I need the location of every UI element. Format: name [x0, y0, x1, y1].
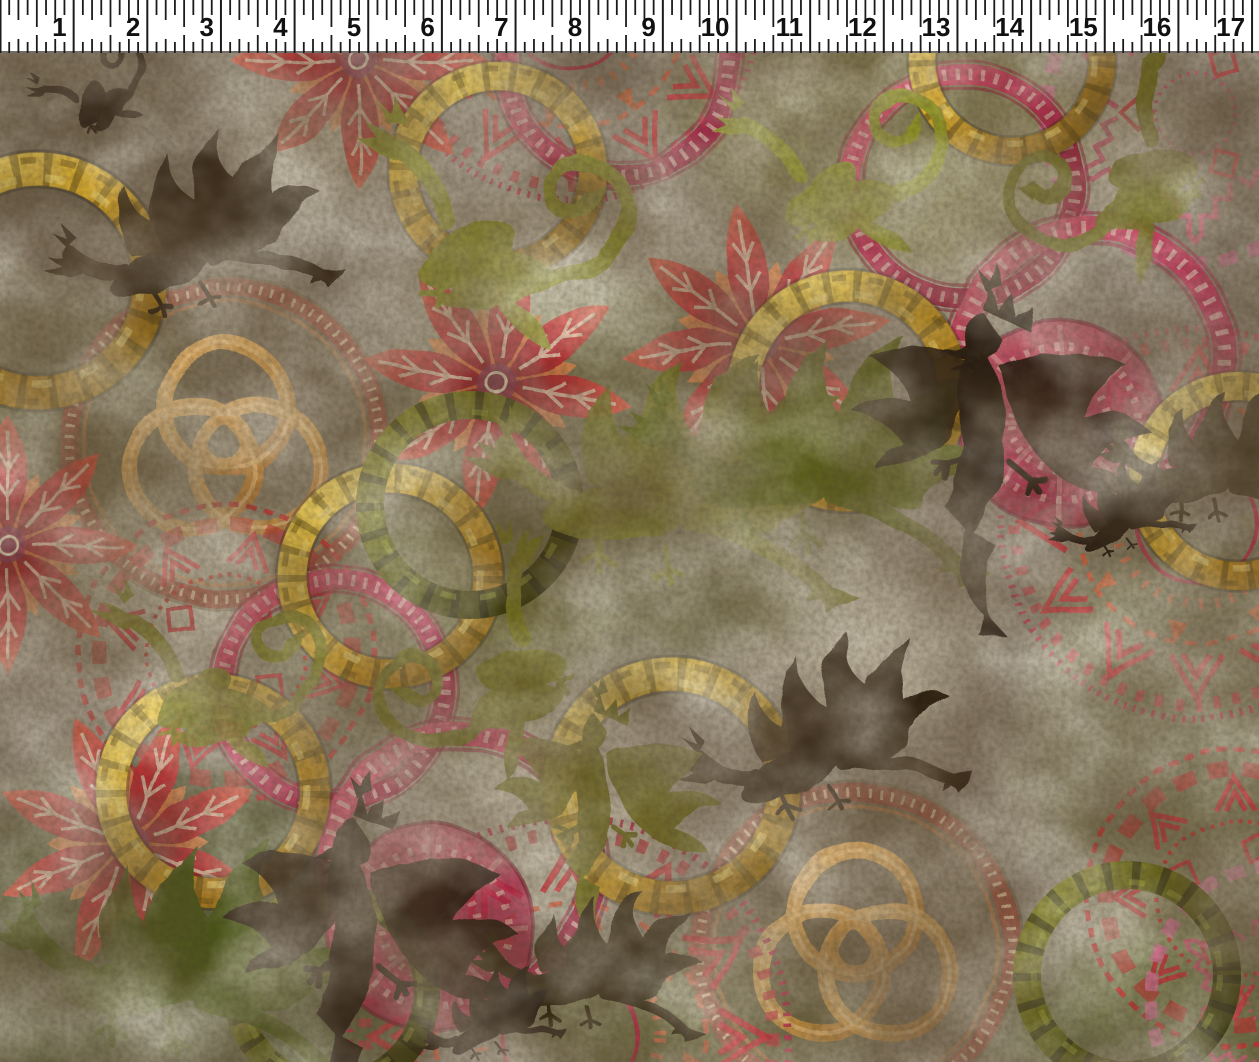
- ruler-number: 7: [494, 12, 508, 42]
- ruler-number: 8: [568, 12, 582, 42]
- ruler-number: 9: [641, 12, 655, 42]
- ruler-number: 14: [995, 12, 1024, 42]
- ruler-number: 1: [52, 12, 66, 42]
- fabric-pattern: [0, 53, 1259, 1062]
- texture-grain: [0, 53, 1259, 1062]
- ruler-number: 17: [1216, 12, 1245, 42]
- ruler-number: 2: [126, 12, 140, 42]
- ruler-number: 15: [1069, 12, 1098, 42]
- fabric-swatch-image: 1234567891011121314151617: [0, 0, 1259, 1062]
- ruler-number: 6: [420, 12, 434, 42]
- ruler-number: 10: [701, 12, 730, 42]
- ruler-number: 12: [848, 12, 877, 42]
- ruler-number: 4: [273, 12, 288, 42]
- fabric-print: [0, 53, 1259, 1062]
- ruler-number: 13: [922, 12, 951, 42]
- ruler-marks: 1234567891011121314151617: [0, 0, 1259, 53]
- ruler-number: 16: [1142, 12, 1171, 42]
- ruler: 1234567891011121314151617: [0, 0, 1259, 53]
- ruler-number: 5: [347, 12, 361, 42]
- ruler-number: 3: [199, 12, 213, 42]
- ruler-number: 11: [776, 12, 804, 42]
